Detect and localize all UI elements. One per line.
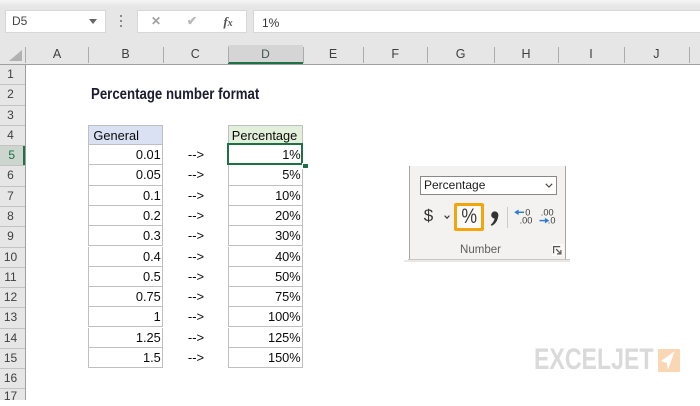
svg-text:.00: .00 [520,216,533,226]
